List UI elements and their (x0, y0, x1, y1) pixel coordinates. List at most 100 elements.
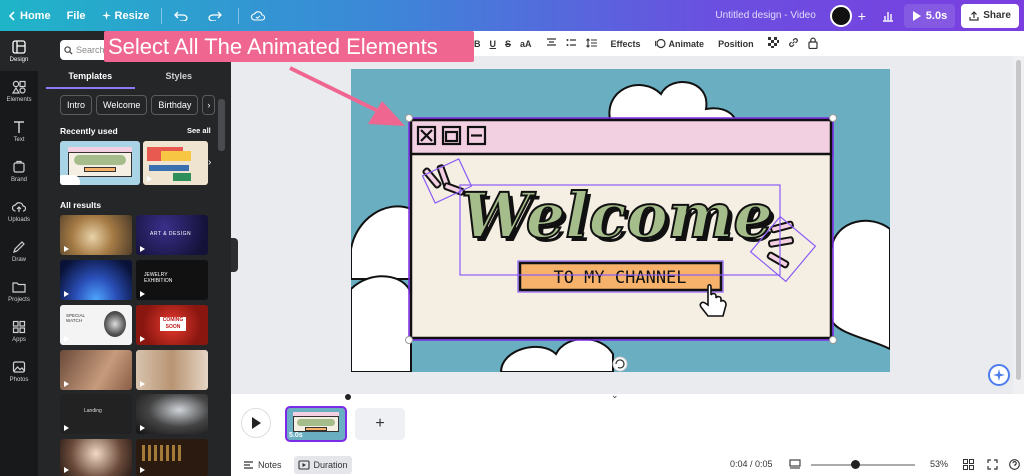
result-template[interactable]: JEWELRY EXHIBITION (136, 260, 208, 300)
position-button[interactable]: Position (718, 39, 754, 49)
chip-birthday[interactable]: Birthday (151, 95, 199, 115)
result-template[interactable]: SPECIAL WATCH (60, 305, 132, 345)
play-icon (140, 425, 145, 431)
cloud-save-status[interactable] (243, 0, 277, 31)
divider (161, 7, 163, 24)
brand-icon (13, 160, 25, 173)
rail-item-projects[interactable]: Projects (0, 271, 38, 311)
document-title[interactable]: Untitled design - Video (715, 10, 815, 21)
canvas-artwork: Welcome Welcome TO MY CHANNEL (351, 81, 890, 372)
rail-label: Draw (11, 256, 26, 263)
transparency-button[interactable] (767, 37, 779, 50)
resize-button[interactable]: Resize (94, 0, 158, 31)
effects-button[interactable]: Effects (611, 39, 641, 49)
align-center-icon (546, 37, 556, 46)
result-template[interactable] (136, 350, 208, 390)
rail-item-elements[interactable]: Elements (0, 71, 38, 111)
rail-item-uploads[interactable]: Uploads (0, 191, 38, 231)
rail-item-draw[interactable]: Draw (0, 231, 38, 271)
canvas-scroll-thumb[interactable] (1016, 60, 1021, 380)
result-template[interactable] (60, 260, 132, 300)
lock-button[interactable] (807, 37, 818, 51)
recent-template-colorful[interactable] (143, 141, 208, 185)
canvas-scrollbar[interactable] (1013, 56, 1024, 394)
playback-time: 0:04 / 0:05 (730, 459, 773, 469)
play-preview-button[interactable]: 5.0s (903, 3, 956, 28)
timeline-clip[interactable]: 5.0s (285, 406, 347, 442)
see-all-link[interactable]: See all (187, 126, 211, 135)
result-template[interactable] (60, 350, 132, 390)
play-icon (140, 336, 145, 342)
home-button[interactable]: Home (0, 0, 59, 31)
bold-button[interactable]: B (474, 39, 481, 49)
recent-next-chevron[interactable]: › (208, 157, 211, 168)
add-page-button[interactable]: + (355, 408, 405, 440)
result-template[interactable] (136, 394, 208, 434)
rail-item-text[interactable]: Text (0, 111, 38, 151)
chevron-left-icon (8, 10, 15, 21)
play-icon (64, 176, 69, 182)
rail-label: Design (9, 56, 29, 63)
cloud-check-icon (251, 10, 266, 21)
page-view-icon[interactable] (789, 459, 801, 470)
notes-button[interactable]: Notes (239, 456, 286, 474)
playhead-marker[interactable] (345, 394, 351, 400)
timeline-play-button[interactable] (241, 408, 271, 438)
result-template[interactable] (60, 439, 132, 476)
result-template[interactable]: Landing (60, 394, 132, 434)
animate-button[interactable]: Animate (654, 38, 704, 49)
chips-next-button[interactable]: › (202, 95, 216, 115)
duration-icon (297, 460, 310, 470)
align-button[interactable] (546, 37, 557, 50)
redo-button[interactable] (200, 0, 234, 31)
result-template[interactable]: ART & DESIGN (136, 215, 208, 255)
panel-collapse-handle[interactable] (231, 238, 238, 272)
file-menu[interactable]: File (59, 0, 94, 31)
rail-label: Photos (9, 376, 29, 383)
design-icon (12, 39, 26, 54)
recent-template-welcome[interactable] (60, 141, 140, 185)
rail-label: Elements (6, 96, 32, 103)
window-title-bar (409, 118, 833, 156)
rail-item-apps[interactable]: Apps (0, 311, 38, 351)
result-template[interactable] (136, 439, 208, 476)
undo-button[interactable] (166, 0, 200, 31)
rail-item-design[interactable]: Design (0, 31, 38, 71)
search-input[interactable]: Search (60, 40, 110, 60)
letter-case-button[interactable]: aA (520, 39, 532, 49)
strikethrough-button[interactable]: S (505, 39, 511, 49)
rotate-handle[interactable] (612, 356, 628, 372)
zoom-slider-handle[interactable] (851, 460, 860, 469)
play-icon (64, 246, 69, 252)
panel-scrollbar[interactable] (218, 99, 225, 151)
tab-styles[interactable]: Styles (135, 69, 224, 89)
zoom-level[interactable]: 53% (930, 459, 948, 469)
share-button[interactable]: Share (961, 3, 1019, 28)
magic-assistant-button[interactable] (988, 364, 1010, 386)
headline-text[interactable]: Welcome (460, 178, 774, 253)
add-collaborator-button[interactable]: + (854, 8, 870, 24)
fullscreen-icon[interactable] (987, 459, 998, 470)
photos-icon (12, 360, 26, 373)
result-template[interactable]: COMING SOON (136, 305, 208, 345)
tab-templates[interactable]: Templates (46, 69, 135, 89)
templates-panel: Search Templates Styles Intro Welcome Bi… (38, 31, 231, 476)
help-icon[interactable] (1009, 459, 1020, 470)
link-button[interactable] (788, 37, 799, 50)
grid-view-icon[interactable] (963, 459, 974, 470)
underline-button[interactable]: U (490, 39, 497, 49)
animate-icon (654, 38, 666, 49)
list-button[interactable] (566, 38, 577, 50)
chip-intro[interactable]: Intro (60, 95, 93, 115)
chip-welcome[interactable]: Welcome (96, 95, 148, 115)
timeline-collapse-chevron[interactable]: ⌄ (611, 390, 619, 401)
rail-item-brand[interactable]: Brand (0, 151, 38, 191)
design-canvas[interactable]: Welcome Welcome TO MY CHANNEL (351, 69, 890, 372)
zoom-slider[interactable] (811, 464, 915, 466)
result-template[interactable] (60, 215, 132, 255)
rail-item-photos[interactable]: Photos (0, 351, 38, 391)
spacing-button[interactable] (585, 37, 597, 50)
insights-button[interactable] (876, 4, 900, 28)
avatar[interactable] (829, 4, 852, 27)
duration-button[interactable]: Duration (293, 456, 352, 474)
